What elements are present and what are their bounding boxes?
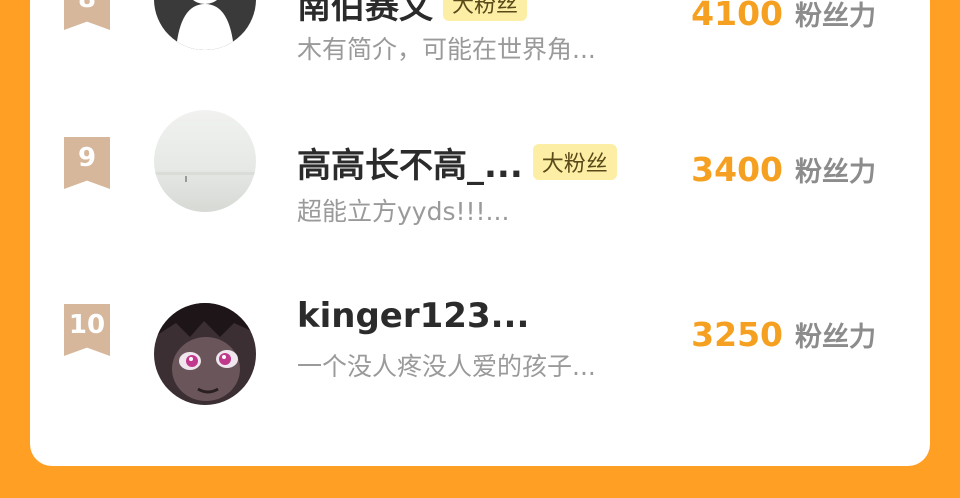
- score-value: 3250: [691, 315, 783, 354]
- user-bio: 超能立方yyds!!!...: [297, 197, 510, 226]
- foggy-beach-avatar-icon: [154, 110, 256, 212]
- score-value: 4100: [691, 0, 783, 33]
- user-name[interactable]: 高高长不高_...: [297, 138, 523, 187]
- score-unit: 粉丝力: [795, 157, 876, 188]
- fan-badge: 大粉丝: [532, 144, 617, 180]
- leaderboard-row[interactable]: 9 高高长不高_... 大粉丝 超能立方yyds!!!... 3400 粉丝力: [30, 110, 930, 260]
- score: 4100 粉丝力: [691, 0, 876, 33]
- avatar[interactable]: [154, 110, 256, 212]
- score: 3250 粉丝力: [691, 315, 876, 354]
- rank-number: 9: [77, 143, 97, 173]
- anime-character-avatar-icon: [154, 303, 256, 405]
- rank-flag: 9: [64, 137, 110, 189]
- leaderboard-card: 8 南伯赛文 大粉丝 木有简介，可能在世界角... 4100 粉丝力 9: [30, 0, 930, 466]
- avatar[interactable]: [154, 303, 256, 405]
- score-unit: 粉丝力: [795, 322, 876, 353]
- user-bio: 木有简介，可能在世界角...: [297, 35, 596, 64]
- rank-number: 10: [68, 310, 106, 340]
- score: 3400 粉丝力: [691, 150, 876, 189]
- leaderboard-row[interactable]: 10 kinger123... 一个没人疼没人爱的孩子... 3250 粉丝力: [30, 296, 930, 425]
- score-value: 3400: [691, 150, 783, 189]
- rank-number: 8: [64, 0, 110, 14]
- avatar[interactable]: [154, 0, 256, 50]
- fan-badge: 大粉丝: [443, 0, 528, 21]
- user-name[interactable]: 南伯赛文: [297, 0, 433, 28]
- default-ghost-avatar-icon: [154, 0, 256, 50]
- rank-flag: 8: [64, 0, 110, 30]
- score-unit: 粉丝力: [795, 1, 876, 32]
- user-name[interactable]: kinger123...: [297, 296, 529, 336]
- rank-flag: 10: [64, 304, 110, 356]
- leaderboard-row[interactable]: 8 南伯赛文 大粉丝 木有简介，可能在世界角... 4100 粉丝力: [30, 0, 930, 98]
- user-bio: 一个没人疼没人爱的孩子...: [297, 352, 596, 381]
